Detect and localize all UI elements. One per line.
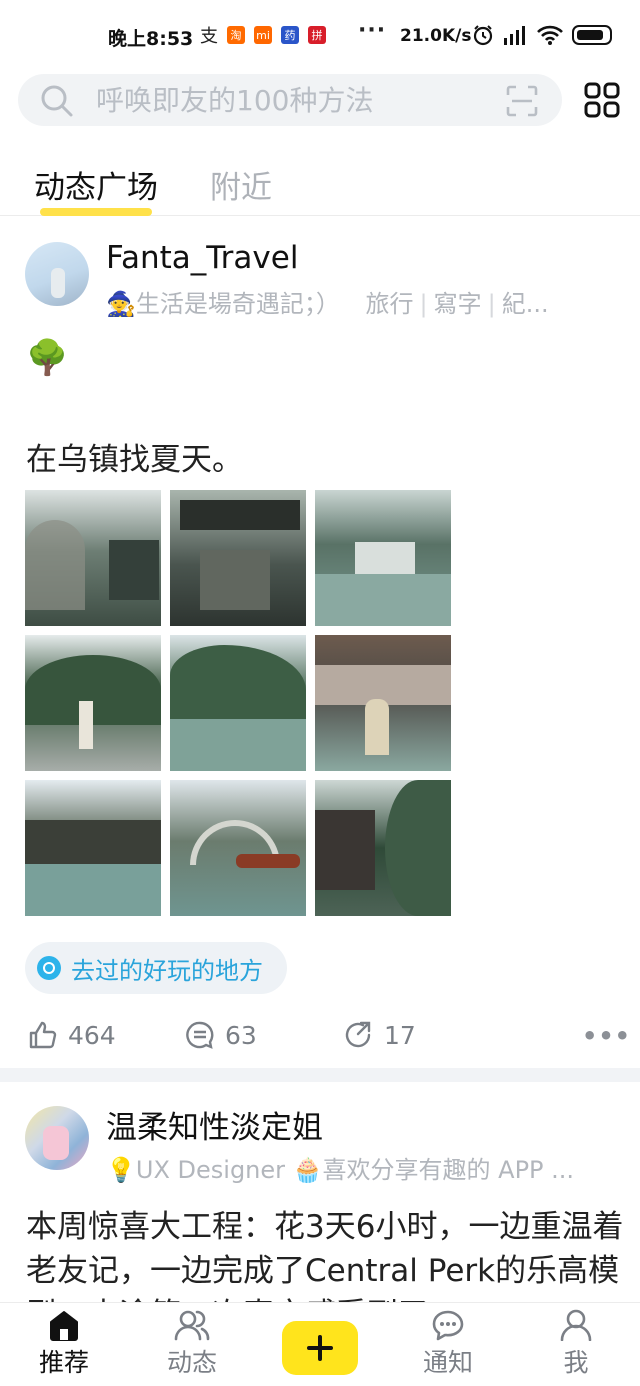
network-speed: 21.0K/s: [400, 26, 472, 46]
bio-tag: 寫字: [433, 290, 482, 318]
topic-icon: [37, 956, 61, 980]
tab-square[interactable]: 动态广场: [34, 162, 158, 207]
post-photo[interactable]: [170, 490, 306, 626]
avatar[interactable]: [25, 242, 89, 306]
comment-icon: [186, 1021, 214, 1049]
feed-tabs: 动态广场 附近: [0, 150, 640, 216]
grid-menu-icon[interactable]: [584, 82, 620, 118]
comment-count: 63: [225, 1020, 257, 1050]
post-actions: 464 63 17 •••: [0, 1014, 640, 1060]
nav-label: 通知: [422, 1348, 473, 1377]
like-count: 464: [68, 1020, 116, 1050]
search-icon: [41, 85, 73, 117]
mi-icon: mi: [254, 26, 272, 44]
nav-recommend[interactable]: 推荐: [14, 1309, 114, 1379]
status-time: 晚上8:53: [108, 28, 194, 50]
post-photo[interactable]: [170, 780, 306, 916]
nav-feed[interactable]: 动态: [142, 1309, 242, 1379]
search-input[interactable]: [96, 82, 496, 118]
bio-text: 🧙生活是場奇遇記；）: [106, 290, 340, 318]
post-photo[interactable]: [170, 635, 306, 771]
more-options-icon[interactable]: •••: [582, 1022, 631, 1050]
post-text[interactable]: 在乌镇找夏天。: [26, 434, 243, 479]
alarm-icon: [473, 25, 493, 46]
bio-tag: 紀...: [501, 290, 549, 318]
tree-emoji: 🌳: [26, 338, 69, 378]
signal-icon: [504, 26, 525, 45]
post-photo[interactable]: [315, 780, 451, 916]
post-username[interactable]: Fanta_Travel: [106, 240, 298, 276]
post-photo[interactable]: [25, 490, 161, 626]
share-button[interactable]: 17: [344, 1020, 416, 1050]
post-text[interactable]: 本周惊喜大工程：花3天6小时，一边重温着老友记，一边完成了Central Per…: [26, 1205, 626, 1303]
post-username[interactable]: 温柔知性淡定姐: [106, 1102, 323, 1147]
post-photo[interactable]: [25, 635, 161, 771]
post-photo[interactable]: [315, 490, 451, 626]
topic-label: 去过的好玩的地方: [71, 956, 263, 985]
message-bubble-icon: [432, 1310, 464, 1341]
share-icon: [345, 1021, 371, 1048]
avatar[interactable]: [25, 1106, 89, 1170]
pharmacy-icon: 药: [281, 26, 299, 44]
more-notifications-icon: ···: [358, 18, 387, 43]
user-icon: [560, 1309, 592, 1341]
comment-button[interactable]: 63: [185, 1020, 257, 1050]
nav-notifications[interactable]: 通知: [398, 1309, 498, 1379]
status-bar: 晚上8:53 支 淘 mi 药 拼 ··· 21.0K/s: [0, 0, 640, 72]
status-app-icons: 支 淘 mi 药 拼: [200, 26, 326, 47]
publish-button[interactable]: [282, 1321, 358, 1375]
nav-profile[interactable]: 我: [526, 1309, 626, 1379]
user-bio: 🧙生活是場奇遇記；） 旅行 | 寫字 | 紀...: [106, 290, 549, 318]
nav-label: 动态: [166, 1348, 217, 1377]
post-divider: [0, 1068, 640, 1082]
search-bar[interactable]: [18, 74, 562, 126]
tab-nearby[interactable]: 附近: [210, 162, 272, 207]
taobao-icon: 淘: [227, 26, 245, 44]
topic-tag[interactable]: 去过的好玩的地方: [25, 942, 287, 994]
status-right-icons: [472, 24, 612, 46]
post-photo[interactable]: [315, 635, 451, 771]
photo-gallery: [25, 490, 453, 916]
wifi-icon: [537, 25, 563, 45]
pinduoduo-icon: 拼: [308, 26, 326, 44]
plus-icon: [307, 1335, 333, 1361]
user-bio: 💡UX Designer 🧁喜欢分享有趣的 APP ...: [106, 1156, 575, 1184]
people-icon: [174, 1310, 210, 1341]
thumbs-up-icon: [29, 1021, 57, 1049]
share-count: 17: [384, 1020, 416, 1050]
post-photo[interactable]: [25, 780, 161, 916]
nav-label: 我: [563, 1348, 589, 1377]
bio-tag: 旅行: [365, 290, 414, 318]
active-tab-indicator: [40, 208, 152, 216]
like-button[interactable]: 464: [28, 1020, 116, 1050]
scan-icon[interactable]: [506, 85, 538, 117]
alipay-icon: 支: [200, 26, 218, 47]
bottom-nav: 推荐 动态 通知 我: [0, 1302, 640, 1386]
nav-label: 推荐: [38, 1348, 89, 1377]
home-icon: [50, 1311, 78, 1341]
battery-icon: [572, 25, 612, 45]
